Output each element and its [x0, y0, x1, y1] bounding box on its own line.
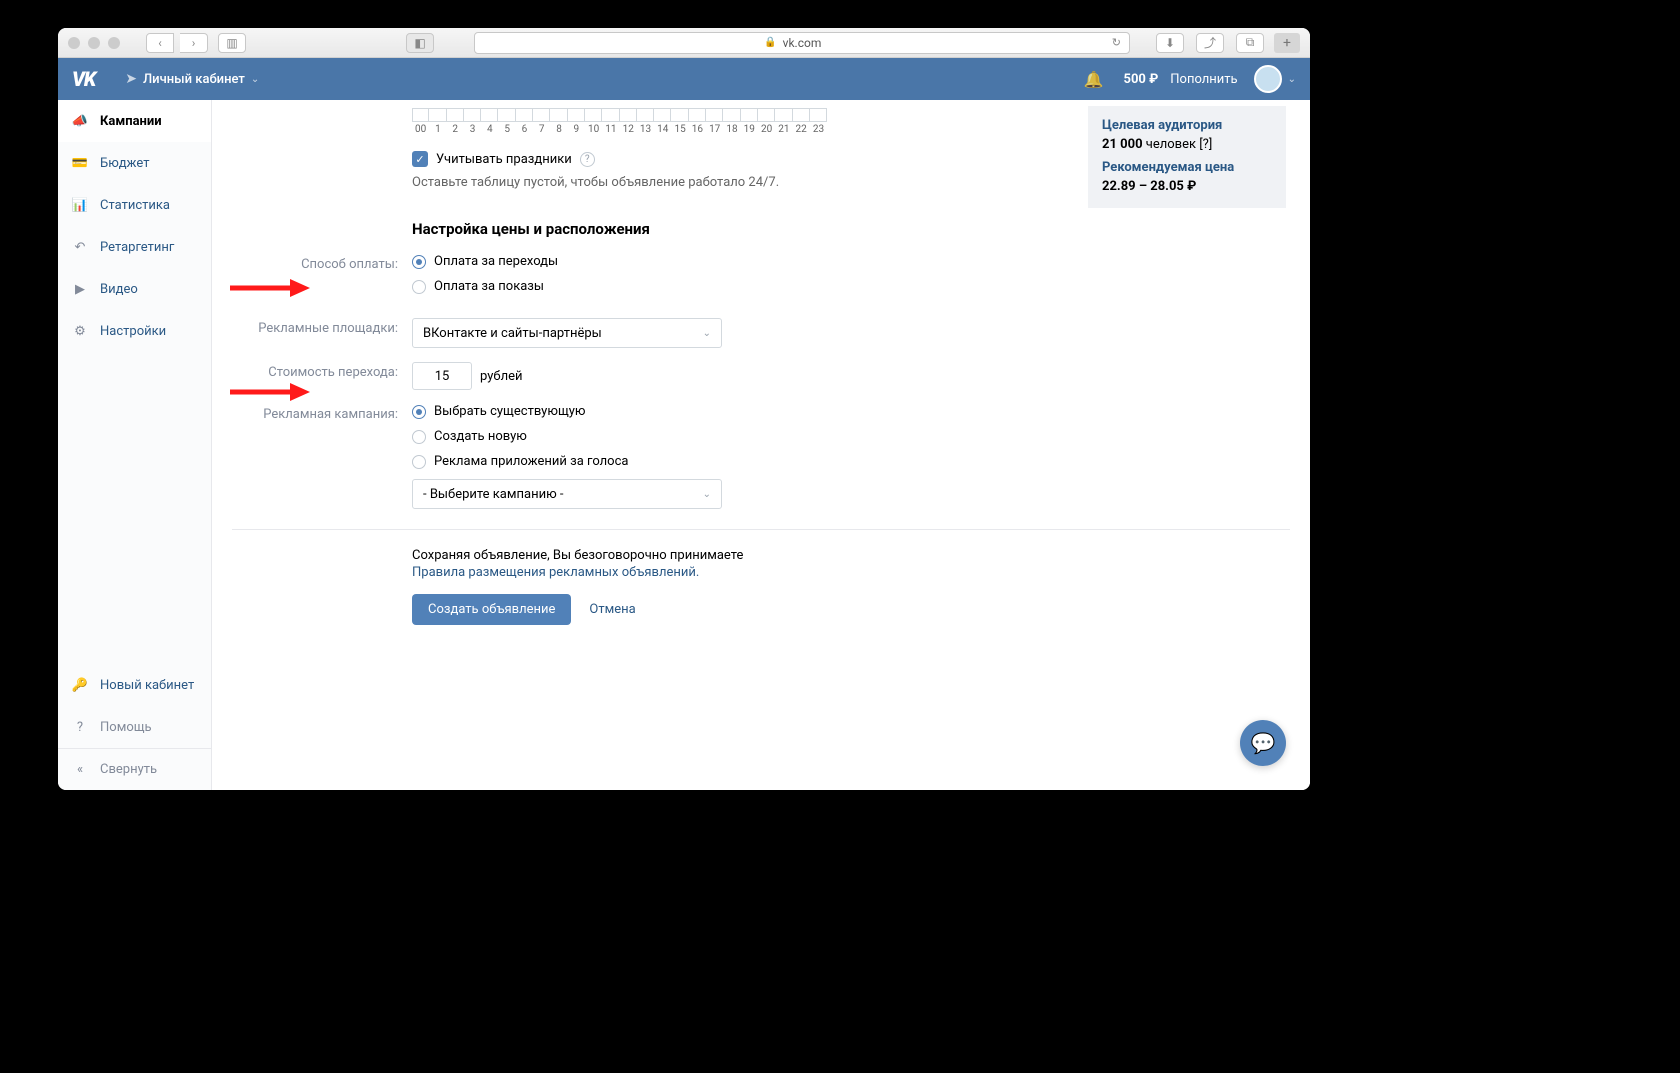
cursor-icon: ➤ — [125, 71, 137, 87]
vk-header: VK ➤ Личный кабинет ⌄ 🔔 500 ₽ Пополнить … — [58, 58, 1310, 100]
sidebar-collapse[interactable]: « Свернуть — [58, 748, 211, 790]
balance-display: 500 ₽ — [1123, 72, 1158, 87]
radio-pay-clicks[interactable]: Оплата за переходы — [412, 254, 558, 269]
radio-icon — [412, 405, 426, 419]
close-icon[interactable] — [68, 37, 80, 49]
collapse-icon: « — [72, 762, 88, 777]
top-up-button[interactable]: Пополнить — [1170, 72, 1237, 87]
cpc-label: Стоимость перехода: — [212, 362, 412, 380]
maximize-icon[interactable] — [108, 37, 120, 49]
price-value: 22.89 – 28.05 ₽ — [1102, 179, 1272, 194]
sidebar-help[interactable]: ? Помощь — [58, 706, 211, 748]
sidebar-item-video[interactable]: ▶ Видео — [58, 268, 211, 310]
tabs-button[interactable]: ⧉ — [1236, 33, 1264, 53]
rules-link[interactable]: Правила размещения рекламных объявлений. — [412, 565, 1310, 580]
radio-icon — [412, 430, 426, 444]
undo-icon: ↶ — [72, 240, 88, 255]
bell-icon[interactable]: 🔔 — [1084, 70, 1104, 89]
platforms-select[interactable]: ВКонтакте и сайты-партнёры ⌄ — [412, 318, 722, 348]
browser-window: ‹ › ▥ ◧ 🔒 vk.com ↻ ⬇ ⤴ ⧉ + VK ➤ Личный к… — [58, 28, 1310, 790]
gear-icon: ⚙ — [72, 324, 88, 339]
divider — [232, 529, 1290, 530]
chart-icon: 📊 — [72, 198, 88, 213]
radio-campaign-existing[interactable]: Выбрать существующую — [412, 404, 722, 419]
price-title: Рекомендуемая цена — [1102, 160, 1272, 175]
chevron-down-icon: ⌄ — [703, 328, 711, 339]
chevron-down-icon: ⌄ — [251, 74, 259, 85]
sidebar-item-retargeting[interactable]: ↶ Ретаргетинг — [58, 226, 211, 268]
back-button[interactable]: ‹ — [146, 33, 174, 53]
campaign-select[interactable]: - Выберите кампанию - ⌄ — [412, 479, 722, 509]
share-button[interactable]: ⤴ — [1196, 33, 1224, 53]
accept-text: Сохраняя объявление, Вы безоговорочно пр… — [412, 548, 1310, 563]
address-bar[interactable]: 🔒 vk.com ↻ — [474, 32, 1130, 54]
radio-icon — [412, 280, 426, 294]
radio-campaign-voices[interactable]: Реклама приложений за голоса — [412, 454, 722, 469]
create-ad-button[interactable]: Создать объявление — [412, 594, 571, 625]
forward-button[interactable]: › — [180, 33, 208, 53]
key-icon: 🔑 — [72, 678, 88, 693]
privacy-button[interactable]: ◧ — [406, 33, 434, 53]
chevron-down-icon[interactable]: ⌄ — [1288, 74, 1296, 85]
annotation-arrow — [230, 383, 310, 401]
radio-icon — [412, 455, 426, 469]
cpc-input[interactable] — [412, 362, 472, 390]
reload-icon[interactable]: ↻ — [1112, 36, 1121, 49]
window-controls — [68, 37, 120, 49]
audience-value: 21 000 человек [?] — [1102, 137, 1272, 152]
cancel-button[interactable]: Отмена — [589, 602, 635, 617]
radio-pay-impressions[interactable]: Оплата за показы — [412, 279, 558, 294]
audience-panel: Целевая аудитория 21 000 человек [?] Рек… — [1088, 106, 1286, 208]
megaphone-icon: 📣 — [72, 114, 88, 129]
play-icon: ▶ — [72, 282, 88, 297]
avatar[interactable] — [1254, 65, 1282, 93]
annotation-arrow — [230, 279, 310, 297]
downloads-button[interactable]: ⬇ — [1156, 33, 1184, 53]
campaign-label: Рекламная кампания: — [212, 404, 412, 422]
sidebar-item-campaigns[interactable]: 📣 Кампании — [58, 100, 211, 142]
audience-title: Целевая аудитория — [1102, 118, 1272, 133]
chat-icon: 💬 — [1251, 731, 1276, 755]
url-text: vk.com — [783, 36, 822, 50]
platforms-label: Рекламные площадки: — [212, 318, 412, 336]
checkbox-checked-icon[interactable]: ✓ — [412, 151, 428, 167]
help-icon: ? — [72, 720, 88, 735]
minimize-icon[interactable] — [88, 37, 100, 49]
cabinet-dropdown[interactable]: ➤ Личный кабинет ⌄ — [125, 71, 259, 87]
chat-fab[interactable]: 💬 — [1240, 720, 1286, 766]
chevron-down-icon: ⌄ — [703, 489, 711, 500]
new-tab-button[interactable]: + — [1274, 33, 1300, 53]
wallet-icon: 💳 — [72, 156, 88, 171]
lock-icon: 🔒 — [764, 37, 776, 48]
sidebar-item-settings[interactable]: ⚙ Настройки — [58, 310, 211, 352]
sidebar-new-cabinet[interactable]: 🔑 Новый кабинет — [58, 664, 211, 706]
radio-campaign-new[interactable]: Создать новую — [412, 429, 722, 444]
vk-logo[interactable]: VK — [72, 67, 95, 91]
sidebar-item-budget[interactable]: 💳 Бюджет — [58, 142, 211, 184]
main-content: Целевая аудитория 21 000 человек [?] Рек… — [212, 100, 1310, 790]
payment-label: Способ оплаты: — [212, 254, 412, 272]
help-icon[interactable]: ? — [580, 152, 595, 167]
sidebar: 📣 Кампании 💳 Бюджет 📊 Статистика ↶ Ретар… — [58, 100, 212, 790]
browser-titlebar: ‹ › ▥ ◧ 🔒 vk.com ↻ ⬇ ⤴ ⧉ + — [58, 28, 1310, 58]
radio-icon — [412, 255, 426, 269]
sidebar-toggle-button[interactable]: ▥ — [218, 33, 246, 53]
section-title: Настройка цены и расположения — [412, 220, 1310, 238]
sidebar-item-stats[interactable]: 📊 Статистика — [58, 184, 211, 226]
